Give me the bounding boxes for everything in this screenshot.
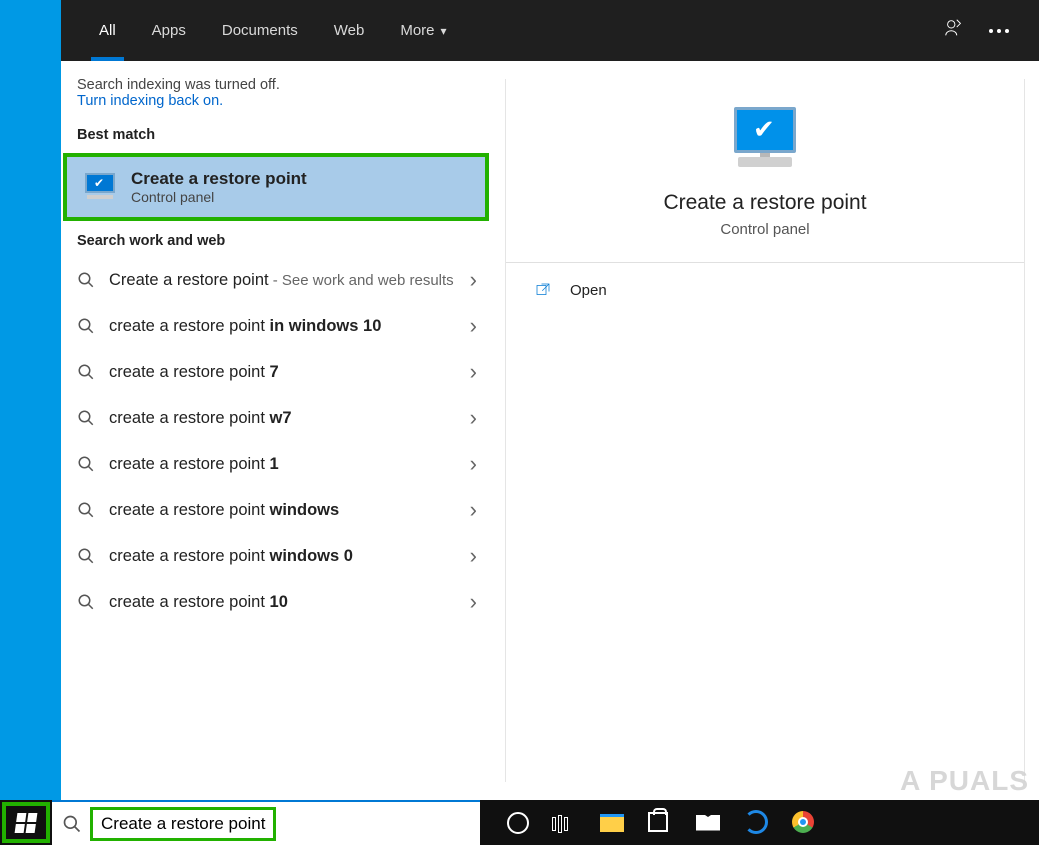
tab-web[interactable]: Web [316,0,383,61]
suggestion-text: create a restore point w7 [109,409,456,428]
feedback-icon[interactable] [943,17,965,44]
web-suggestion[interactable]: create a restore point 7 › [61,349,491,395]
tab-apps[interactable]: Apps [134,0,204,61]
search-icon [77,501,95,519]
taskbar-search[interactable]: Create a restore point [52,800,480,845]
taskbar-apps [480,800,1039,845]
microsoft-store-icon[interactable] [648,809,676,837]
best-match-subtitle: Control panel [131,189,307,205]
chevron-right-icon: › [470,451,477,477]
web-suggestion[interactable]: create a restore point w7 › [61,395,491,441]
web-suggestion[interactable]: create a restore point windows 0 › [61,533,491,579]
search-icon [77,593,95,611]
task-view-icon[interactable] [552,809,580,837]
search-icon [77,455,95,473]
edge-icon[interactable] [744,809,772,837]
open-action[interactable]: Open [506,263,1024,317]
indexing-notice: Search indexing was turned off. Turn ind… [61,61,491,117]
suggestion-text: create a restore point in windows 10 [109,317,456,336]
chevron-right-icon: › [470,589,477,615]
best-match-item[interactable]: ✔ Create a restore point Control panel [63,153,489,221]
windows-logo-icon [15,813,38,833]
results-list: Search indexing was turned off. Turn ind… [61,61,491,800]
chevron-right-icon: › [470,313,477,339]
search-icon [77,317,95,335]
tab-more-label: More [400,22,434,39]
suggestion-text: create a restore point 10 [109,593,456,612]
tab-more[interactable]: More ▾ [382,0,464,61]
open-icon [534,281,552,299]
web-suggestion[interactable]: Create a restore point - See work and we… [61,257,491,303]
search-icon [77,409,95,427]
start-button[interactable] [2,802,50,843]
preview-subtitle: Control panel [506,221,1024,238]
file-explorer-icon[interactable] [600,809,628,837]
search-filter-tabs: All Apps Documents Web More ▾ [61,0,1039,61]
search-icon [77,271,95,289]
monitor-check-icon: ✔ [720,107,810,177]
chevron-right-icon: › [470,543,477,569]
desktop-background-strip [0,0,61,800]
suggestion-text: Create a restore point - See work and we… [109,271,456,290]
chevron-right-icon: › [470,267,477,293]
result-preview-panel: ✔ Create a restore point Control panel O… [505,79,1025,782]
watermark: A PUALS [900,765,1029,797]
taskbar: Create a restore point [0,800,1039,845]
web-suggestion[interactable]: create a restore point 1 › [61,441,491,487]
tab-all[interactable]: All [81,0,134,61]
best-match-title: Create a restore point [131,169,307,189]
suggestion-text: create a restore point windows [109,501,456,520]
search-input[interactable]: Create a restore point [90,807,276,841]
chevron-right-icon: › [470,497,477,523]
suggestion-text: create a restore point 1 [109,455,456,474]
preview-title: Create a restore point [506,191,1024,215]
web-suggestion[interactable]: create a restore point in windows 10 › [61,303,491,349]
chrome-icon[interactable] [792,809,820,837]
mail-icon[interactable] [696,809,724,837]
search-icon [62,814,82,834]
suggestion-text: create a restore point 7 [109,363,456,382]
indexing-notice-text: Search indexing was turned off. [77,77,475,93]
web-suggestion[interactable]: create a restore point windows › [61,487,491,533]
web-suggestion[interactable]: create a restore point 10 › [61,579,491,625]
section-best-match: Best match [61,117,491,151]
chevron-right-icon: › [470,359,477,385]
search-icon [77,547,95,565]
suggestion-text: create a restore point windows 0 [109,547,456,566]
open-label: Open [570,282,607,299]
monitor-check-icon: ✔ [83,173,117,201]
chevron-down-icon: ▾ [441,24,447,38]
more-options-icon[interactable] [989,29,1009,33]
chevron-right-icon: › [470,405,477,431]
section-search-web: Search work and web [61,223,491,257]
cortana-icon[interactable] [504,809,532,837]
turn-indexing-on-link[interactable]: Turn indexing back on. [77,93,475,109]
search-icon [77,363,95,381]
tab-documents[interactable]: Documents [204,0,316,61]
